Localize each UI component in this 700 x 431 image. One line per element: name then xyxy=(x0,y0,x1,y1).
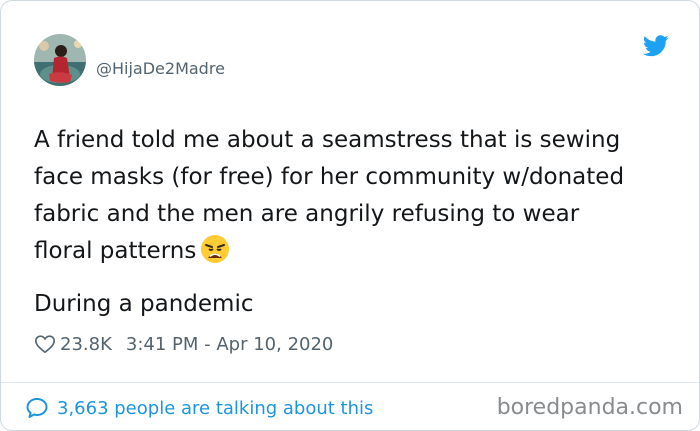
heart-icon[interactable] xyxy=(34,333,56,355)
tweet-card: @HijaDe2Madre A friend told me about a s… xyxy=(0,0,700,431)
tweet-line-text: floral patterns xyxy=(34,238,197,264)
speech-bubble-icon xyxy=(26,398,48,418)
divider xyxy=(1,382,699,383)
tweet-line-last: floral patterns xyxy=(34,233,674,270)
twitter-bird-icon[interactable] xyxy=(643,35,669,57)
tweet-second-paragraph: During a pandemic xyxy=(34,291,254,317)
avatar[interactable] xyxy=(34,34,86,86)
author-handle[interactable]: @HijaDe2Madre xyxy=(96,59,225,78)
talking-label: 3,663 people are talking about this xyxy=(57,397,374,419)
talking-link[interactable]: 3,663 people are talking about this xyxy=(25,396,373,420)
avatar-image xyxy=(34,34,86,86)
like-count[interactable]: 23.8K xyxy=(60,334,112,355)
tweet-line: A friend told me about a seamstress that… xyxy=(34,127,621,153)
tweet-meta: 23.8K 3:41 PM - Apr 10, 2020 xyxy=(34,332,333,356)
tweet-text: A friend told me about a seamstress that… xyxy=(34,122,674,270)
watermark: boredpanda.com xyxy=(496,395,683,420)
tweet-timestamp[interactable]: 3:41 PM - Apr 10, 2020 xyxy=(126,334,333,355)
weary-face-emoji-icon xyxy=(201,235,230,263)
tweet-line: fabric and the men are angrily refusing … xyxy=(34,201,580,227)
tweet-line: face masks (for free) for her community … xyxy=(34,164,625,190)
